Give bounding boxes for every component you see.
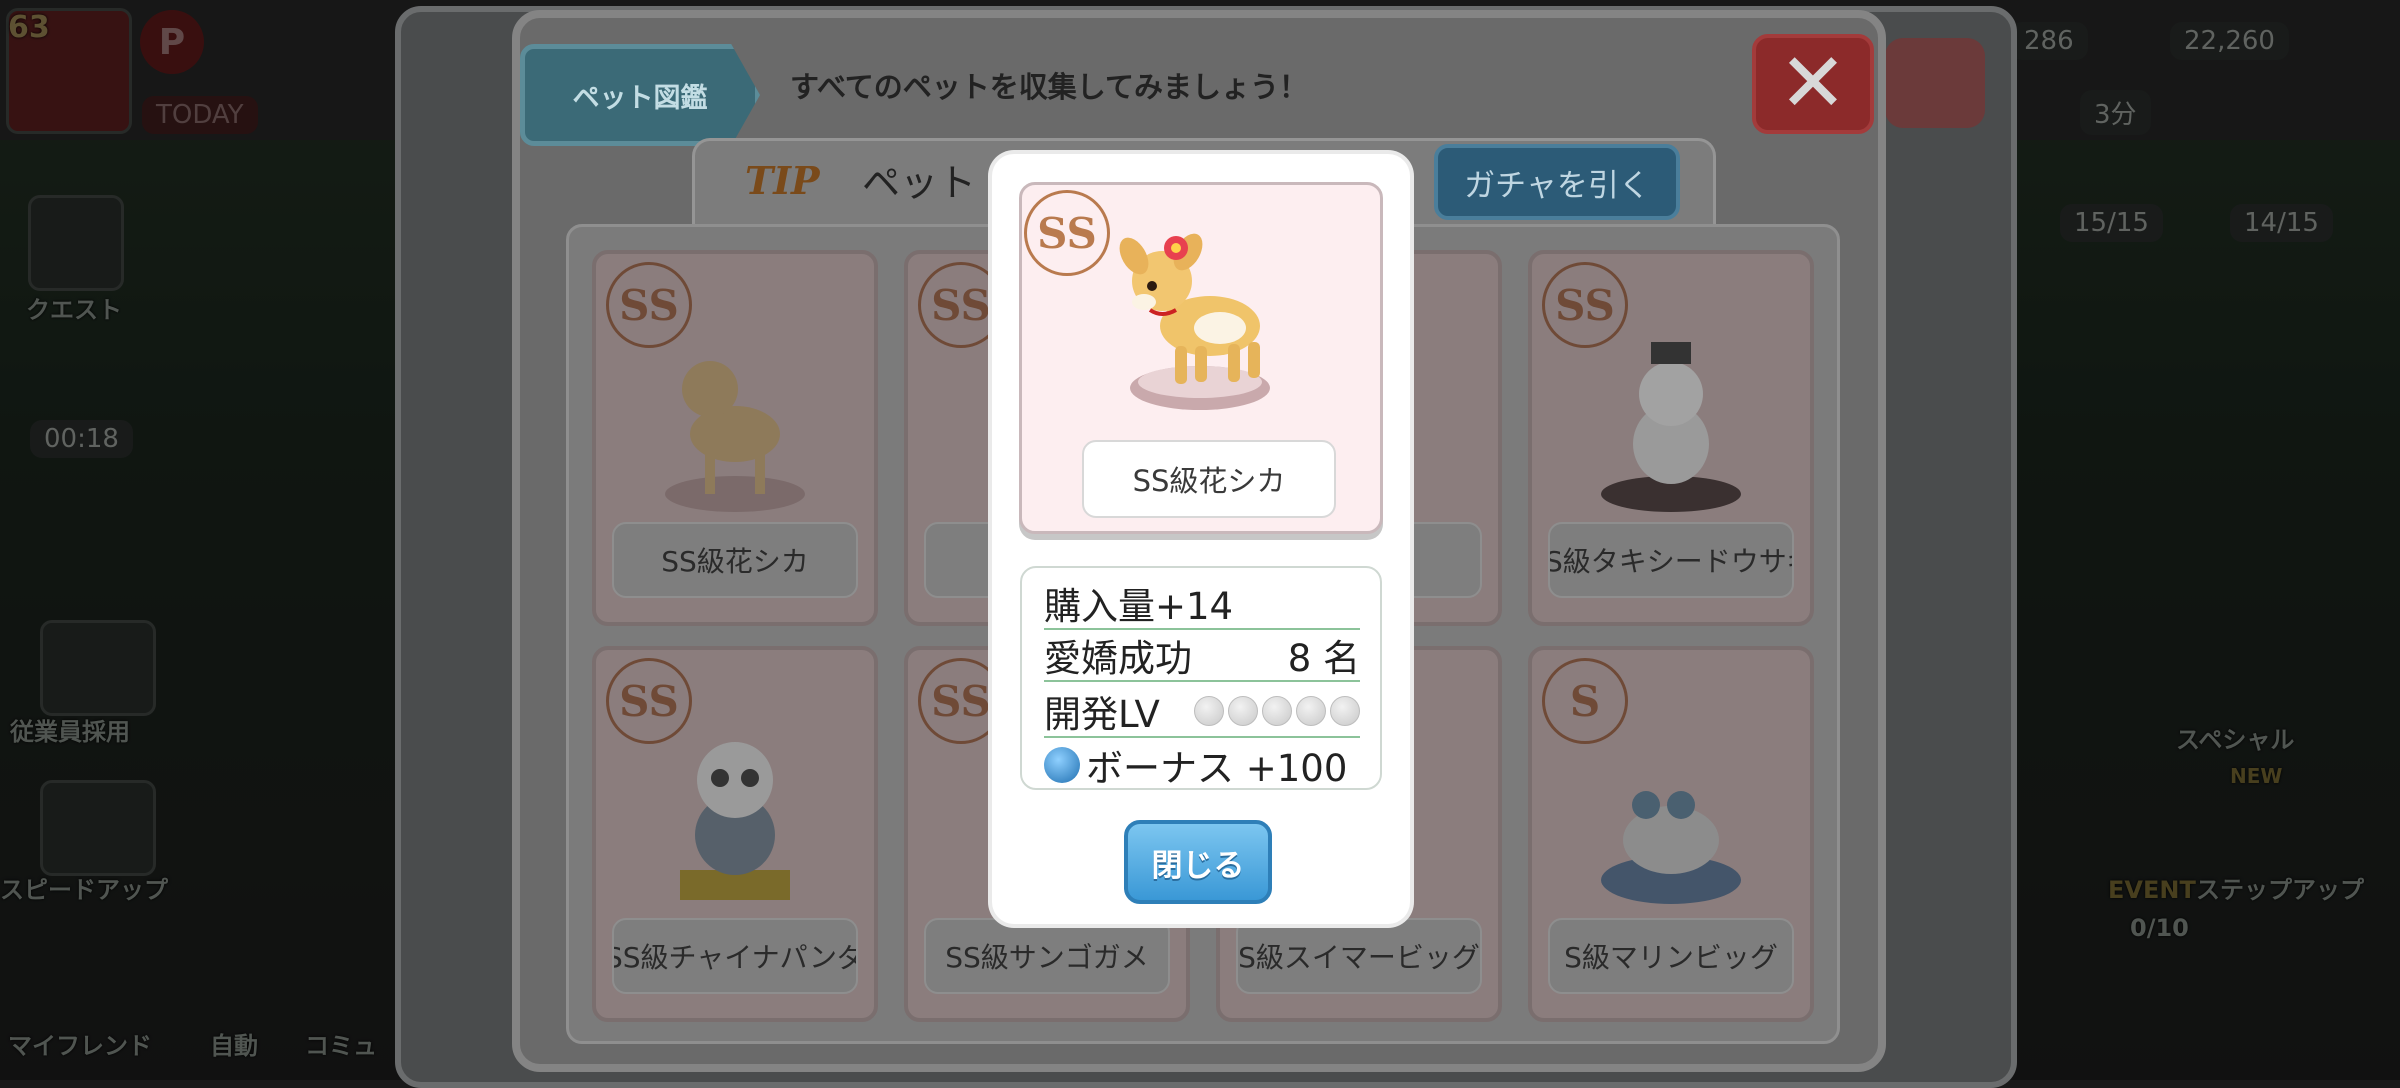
charm-stat: 愛嬌成功 8 名 [1044, 630, 1360, 682]
tip-text: ペット [862, 161, 977, 205]
dev-level-stat: 開発LV [1044, 686, 1360, 738]
tip-logo: TIP [745, 158, 820, 203]
bonus-gem-icon [1044, 747, 1080, 783]
level-dot-icon [1194, 696, 1224, 726]
close-dialog-button[interactable]: ✕ [1752, 34, 1874, 134]
pet-encyclopedia-tab[interactable]: ペット図鑑 [520, 44, 760, 146]
deer-pet-icon [1119, 233, 1270, 410]
level-dot-icon [1262, 696, 1292, 726]
pet-name-label: S級マリンビッグ [1548, 918, 1794, 994]
dev-level-label: 開発LV [1044, 693, 1160, 736]
pet-card[interactable]: SS SS級チャイナパンダ [592, 646, 878, 1022]
background-close-button[interactable] [1885, 38, 1985, 128]
close-popup-button[interactable]: 閉じる [1124, 820, 1272, 904]
panda-pet-icon [680, 742, 790, 900]
pet-name-label: SS級花シカ [612, 522, 858, 598]
pet-card[interactable]: SS SS級花シカ [592, 250, 878, 626]
bonus-stat: ボーナス +100 [1044, 740, 1360, 790]
pet-name-label: SS級タキシードウサギ [1548, 522, 1794, 598]
purchase-value: 購入量+14 [1044, 585, 1234, 628]
charm-label: 愛嬌成功 [1044, 637, 1192, 680]
dev-level-dots [1194, 696, 1360, 726]
deer-pet-icon [665, 361, 805, 512]
pet-name-label: SS級サンゴガメ [924, 918, 1170, 994]
pet-name-label: SS級花シカ [1082, 440, 1336, 518]
pig-pet-icon [1601, 791, 1741, 904]
level-dot-icon [1228, 696, 1258, 726]
level-dot-icon [1330, 696, 1360, 726]
pet-name-label: S級スイマービッグ [1236, 918, 1482, 994]
bunny-pet-icon [1601, 342, 1741, 512]
close-icon: ✕ [1778, 36, 1848, 131]
purchase-stat: 購入量+14 [1044, 578, 1360, 630]
pet-card[interactable]: SS SS級タキシードウサギ [1528, 250, 1814, 626]
gacha-button[interactable]: ガチャを引く [1434, 144, 1680, 220]
level-dot-icon [1296, 696, 1326, 726]
bonus-value: ボーナス +100 [1086, 747, 1348, 790]
dialog-header-text: すべてのペットを収集してみましょう！ [790, 70, 1308, 104]
charm-value: 8 名 [1287, 637, 1360, 680]
rank-stamp-icon: SS [1024, 190, 1110, 276]
pet-name-label: SS級チャイナパンダ [612, 918, 858, 994]
pet-card[interactable]: S S級マリンビッグ [1528, 646, 1814, 1022]
